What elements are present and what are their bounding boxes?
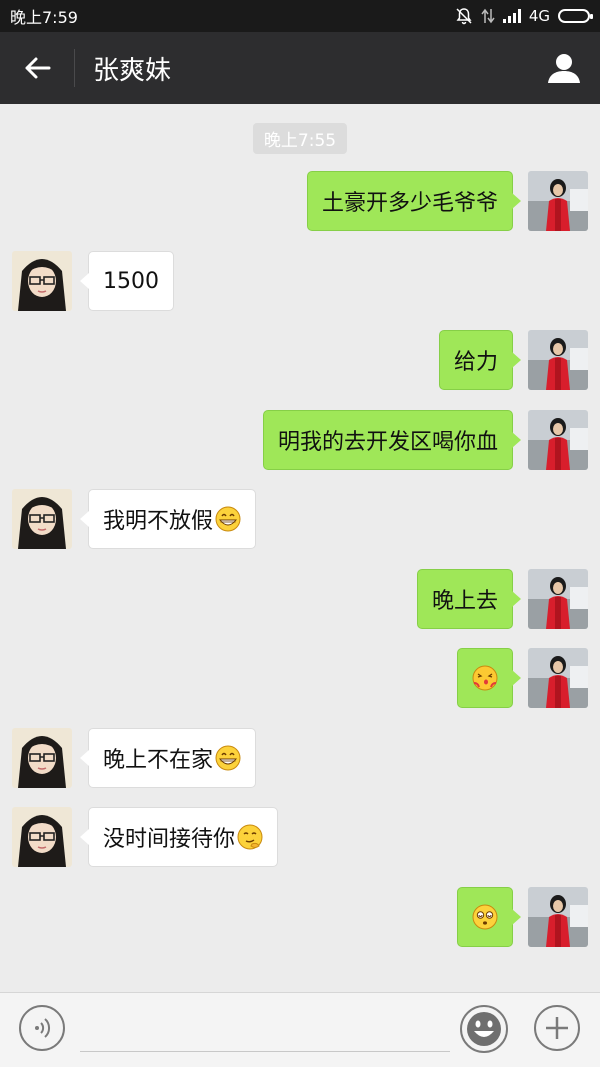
message-text: 没时间接待你 bbox=[103, 827, 236, 852]
message-text: 晚上不在家 bbox=[103, 748, 214, 773]
contact-name: 张爽妹 bbox=[93, 55, 172, 86]
status-time: 晚上7:59 bbox=[10, 8, 78, 27]
sent-message: 给力 bbox=[0, 330, 600, 392]
data-transfer-icon bbox=[481, 8, 495, 24]
my-avatar[interactable] bbox=[528, 410, 588, 470]
message-text: 土豪开多少毛爷爷 bbox=[321, 191, 498, 216]
message-bubble[interactable] bbox=[457, 887, 521, 947]
message-list[interactable]: 晚上7:55 土豪开多少毛爷爷 1500 给力明我的去开发区喝你血我明不放假晚上去晚… bbox=[0, 104, 600, 992]
voice-icon bbox=[19, 1005, 65, 1051]
input-bar bbox=[0, 992, 600, 1067]
back-arrow-icon bbox=[25, 57, 51, 79]
my-avatar[interactable] bbox=[528, 648, 588, 708]
smiley-icon bbox=[460, 1005, 508, 1053]
kiss-emoji-icon bbox=[472, 665, 498, 691]
dizzy-emoji-icon bbox=[472, 904, 498, 930]
message-text: 给力 bbox=[453, 350, 498, 375]
contact-avatar[interactable] bbox=[12, 807, 72, 867]
sent-message bbox=[0, 648, 600, 710]
message-bubble[interactable]: 1500 bbox=[80, 251, 174, 311]
my-avatar[interactable] bbox=[528, 569, 588, 629]
person-icon bbox=[548, 54, 580, 83]
received-message: 晚上不在家 bbox=[0, 728, 600, 790]
header-divider bbox=[74, 49, 75, 87]
contact-avatar[interactable] bbox=[12, 251, 72, 311]
message-bubble[interactable]: 晚上去 bbox=[416, 569, 522, 629]
chat-header: 张爽妹 bbox=[0, 32, 600, 104]
battery-icon bbox=[558, 9, 593, 23]
message-text: 我明不放假 bbox=[103, 509, 214, 534]
message-bubble[interactable]: 土豪开多少毛爷爷 bbox=[306, 171, 522, 231]
back-button[interactable] bbox=[0, 32, 74, 104]
message-bubble[interactable] bbox=[457, 648, 521, 708]
sent-message: 土豪开多少毛爷爷 bbox=[0, 171, 600, 233]
plus-icon bbox=[534, 1005, 580, 1051]
chat-timestamp: 晚上7:55 bbox=[253, 123, 347, 154]
grin-emoji-icon bbox=[215, 745, 241, 771]
mute-bell-icon bbox=[456, 8, 472, 25]
grin-emoji-icon bbox=[215, 506, 241, 532]
message-text: 明我的去开发区喝你血 bbox=[277, 430, 498, 455]
emoji-button[interactable] bbox=[459, 1004, 509, 1054]
received-message: 没时间接待你 bbox=[0, 807, 600, 869]
message-bubble[interactable]: 晚上不在家 bbox=[79, 728, 257, 788]
my-avatar[interactable] bbox=[528, 887, 588, 947]
received-message: 我明不放假 bbox=[0, 489, 600, 551]
voice-input-button[interactable] bbox=[18, 1004, 66, 1052]
message-bubble[interactable]: 给力 bbox=[438, 330, 522, 390]
more-options-button[interactable] bbox=[533, 1004, 581, 1052]
message-bubble[interactable]: 没时间接待你 bbox=[79, 807, 279, 867]
message-bubble[interactable]: 我明不放假 bbox=[79, 489, 257, 549]
status-bar: 晚上7:59 4G bbox=[0, 0, 600, 32]
received-message: 1500 bbox=[0, 251, 600, 313]
message-text: 1500 bbox=[103, 268, 159, 294]
contact-avatar[interactable] bbox=[12, 728, 72, 788]
signal-bars-icon bbox=[502, 9, 521, 23]
message-text: 晚上去 bbox=[431, 589, 498, 614]
my-avatar[interactable] bbox=[528, 330, 588, 390]
message-bubble[interactable]: 明我的去开发区喝你血 bbox=[262, 410, 522, 470]
smirk-emoji-icon bbox=[237, 824, 263, 850]
my-avatar[interactable] bbox=[528, 171, 588, 231]
status-icons: 4G bbox=[455, 7, 593, 25]
sent-message bbox=[0, 887, 600, 949]
contact-avatar[interactable] bbox=[12, 489, 72, 549]
network-type: 4G bbox=[528, 7, 550, 25]
sent-message: 明我的去开发区喝你血 bbox=[0, 410, 600, 472]
contact-info-button[interactable] bbox=[528, 32, 600, 104]
sent-message: 晚上去 bbox=[0, 569, 600, 631]
message-input[interactable] bbox=[80, 1003, 450, 1052]
